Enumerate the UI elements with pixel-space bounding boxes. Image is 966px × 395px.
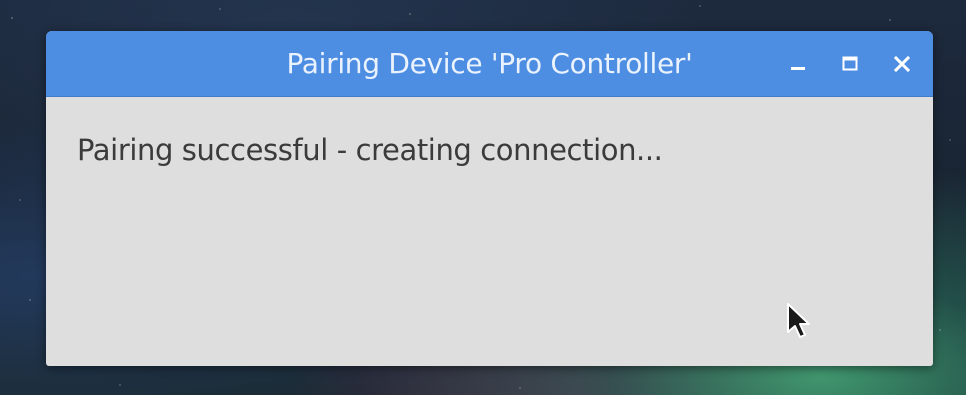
- dialog-body: Pairing successful - creating connection…: [46, 97, 933, 167]
- minimize-icon: [791, 66, 805, 70]
- minimize-button[interactable]: [781, 47, 815, 81]
- close-icon: [893, 55, 911, 72]
- status-message: Pairing successful - creating connection…: [77, 133, 663, 167]
- title-bar[interactable]: Pairing Device 'Pro Controller': [46, 31, 933, 97]
- maximize-icon: [842, 56, 858, 70]
- close-button[interactable]: [885, 47, 919, 81]
- window-controls: [781, 31, 919, 96]
- mouse-pointer-icon: [787, 303, 810, 338]
- maximize-button[interactable]: [833, 47, 867, 81]
